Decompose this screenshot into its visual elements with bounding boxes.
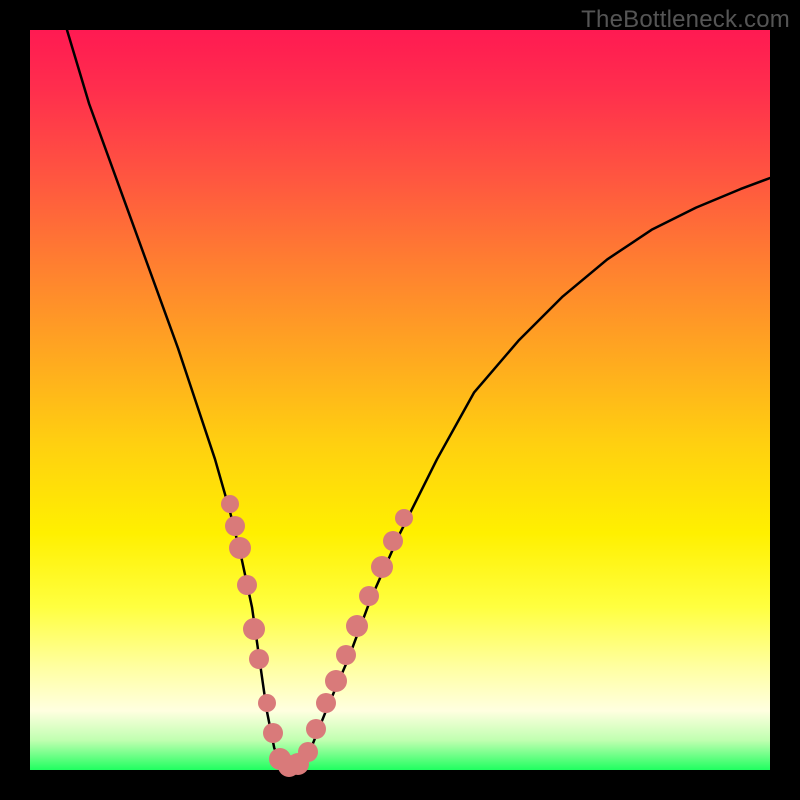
data-marker: [229, 537, 251, 559]
data-marker: [243, 618, 265, 640]
data-marker: [249, 649, 269, 669]
watermark-text: TheBottleneck.com: [581, 6, 790, 34]
data-marker: [359, 586, 379, 606]
data-marker: [346, 615, 368, 637]
chart-frame: TheBottleneck.com: [0, 0, 800, 800]
data-marker: [237, 575, 257, 595]
data-marker: [395, 509, 413, 527]
data-marker: [325, 670, 347, 692]
data-marker: [298, 742, 318, 762]
data-marker: [263, 723, 283, 743]
data-marker: [306, 719, 326, 739]
curve-right-branch: [296, 178, 770, 766]
curve-layer: [30, 30, 770, 770]
data-marker: [316, 693, 336, 713]
data-marker: [383, 531, 403, 551]
plot-area: [30, 30, 770, 770]
data-marker: [225, 516, 245, 536]
data-marker: [336, 645, 356, 665]
data-marker: [258, 694, 276, 712]
data-marker: [371, 556, 393, 578]
data-marker: [221, 495, 239, 513]
